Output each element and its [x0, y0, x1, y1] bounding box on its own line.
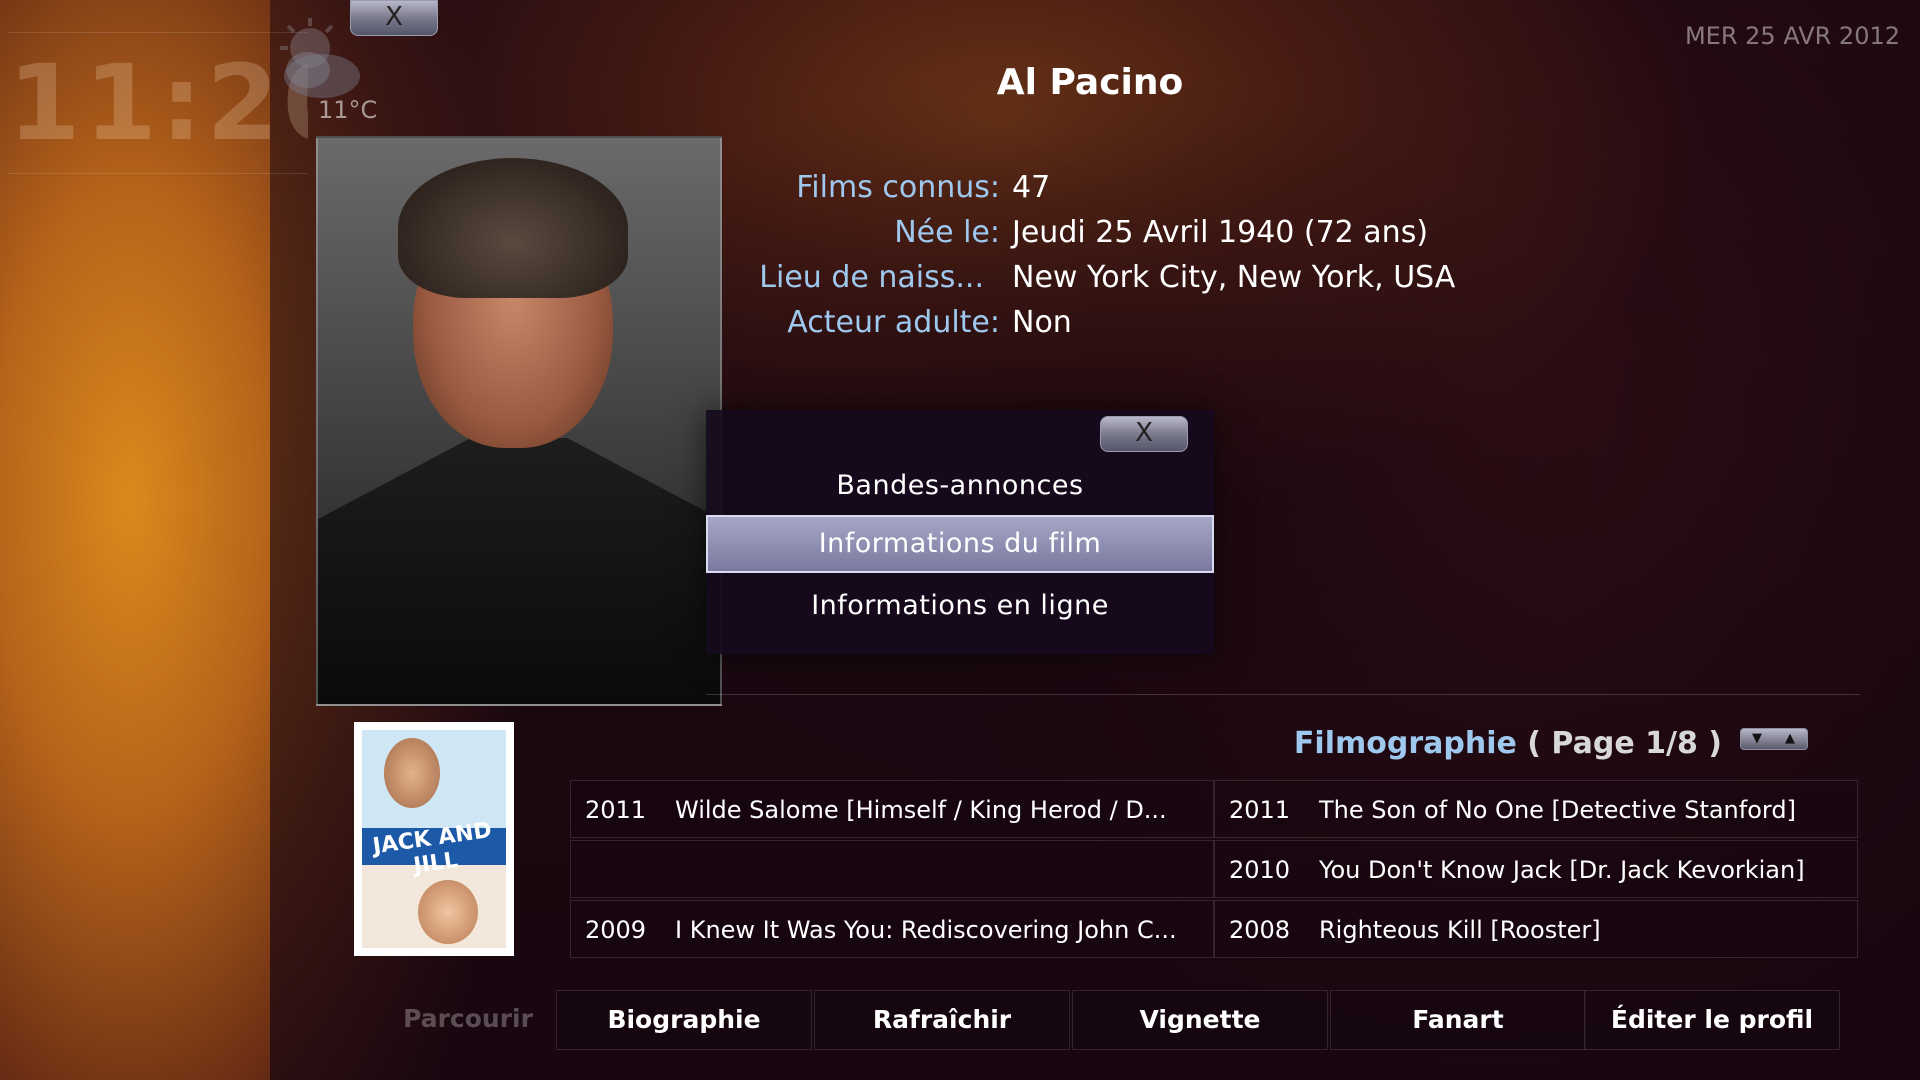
button-bar: Parcourir Biographie Rafraîchir Vignette… [340, 990, 1840, 1050]
film-title: The Son of No One [Detective Stanford] [1319, 796, 1796, 824]
pager-control: ▼ ▲ [1740, 728, 1808, 750]
film-year: 2009 [585, 916, 647, 944]
film-item[interactable]: 2009 I Knew It Was You: Rediscovering Jo… [570, 900, 1214, 958]
close-button[interactable]: X [350, 0, 438, 36]
actor-photo [316, 136, 722, 706]
film-title: You Don't Know Jack [Dr. Jack Kevorkian] [1319, 856, 1805, 884]
filmography-header: Filmographie ( Page 1/8 ) [1200, 726, 1722, 761]
photo-suit [318, 438, 720, 704]
edit-profile-button[interactable]: Éditer le profil [1584, 990, 1840, 1050]
clock: 11:20 [8, 32, 308, 174]
menu-item-movie-info[interactable]: Informations du film [706, 515, 1214, 573]
film-title: I Knew It Was You: Rediscovering John C.… [675, 916, 1177, 944]
filmography-list: 2011 Wilde Salome [Himself / King Herod … [570, 780, 1860, 960]
info-value: Non [1012, 305, 1072, 340]
film-item[interactable]: 2010 You Don't Know Jack [Dr. Jack Kevor… [1214, 840, 1858, 898]
film-year: 2011 [1229, 796, 1291, 824]
divider [706, 694, 1860, 695]
film-year: 2010 [1229, 856, 1291, 884]
close-icon: X [385, 2, 403, 32]
fanart-button[interactable]: Fanart [1330, 990, 1586, 1050]
info-label: Acteur adulte: [787, 305, 1000, 340]
filmography-page: ( Page 1/8 ) [1527, 726, 1722, 761]
filmography-title: Filmographie [1293, 726, 1517, 761]
info-value: New York City, New York, USA [1012, 260, 1456, 295]
film-item[interactable] [570, 840, 1214, 898]
info-value: 47 [1012, 170, 1051, 205]
movie-poster[interactable]: JACK AND JILL [354, 722, 514, 956]
refresh-button[interactable]: Rafraîchir [814, 990, 1070, 1050]
page-up-icon[interactable]: ▲ [1774, 729, 1806, 749]
film-year: 2011 [585, 796, 647, 824]
context-menu-close-button[interactable]: X [1100, 416, 1188, 452]
thumbnail-button[interactable]: Vignette [1072, 990, 1328, 1050]
info-label: Née le: [894, 215, 1000, 250]
close-icon: X [1135, 418, 1153, 448]
film-title: Wilde Salome [Himself / King Herod / D..… [675, 796, 1167, 824]
film-year: 2008 [1229, 916, 1291, 944]
poster-title: JACK AND JILL [371, 817, 494, 879]
film-title: Righteous Kill [Rooster] [1319, 916, 1601, 944]
info-value: Jeudi 25 Avril 1940 (72 ans) [1012, 215, 1429, 250]
poster-artwork: JACK AND JILL [362, 730, 506, 948]
menu-item-trailers[interactable]: Bandes-annonces [706, 457, 1214, 515]
film-item[interactable]: 2008 Righteous Kill [Rooster] [1214, 900, 1858, 958]
temperature: 11°C [318, 96, 378, 124]
info-label: Films connus: [796, 170, 1000, 205]
menu-item-online-info[interactable]: Informations en ligne [706, 577, 1214, 635]
actor-name: Al Pacino [996, 62, 1184, 103]
poster-face-top [384, 738, 440, 808]
page-down-icon[interactable]: ▼ [1741, 729, 1773, 749]
date: MER 25 AVR 2012 [1684, 22, 1900, 50]
context-menu: X Bandes-annonces Informations du film I… [706, 410, 1214, 654]
poster-face-bottom [418, 880, 478, 944]
film-item[interactable]: 2011 Wilde Salome [Himself / King Herod … [570, 780, 1214, 838]
film-item[interactable]: 2011 The Son of No One [Detective Stanfo… [1214, 780, 1858, 838]
photo-hair [398, 158, 628, 298]
info-label: Lieu de naiss... [759, 260, 984, 295]
biography-button[interactable]: Biographie [556, 990, 812, 1050]
